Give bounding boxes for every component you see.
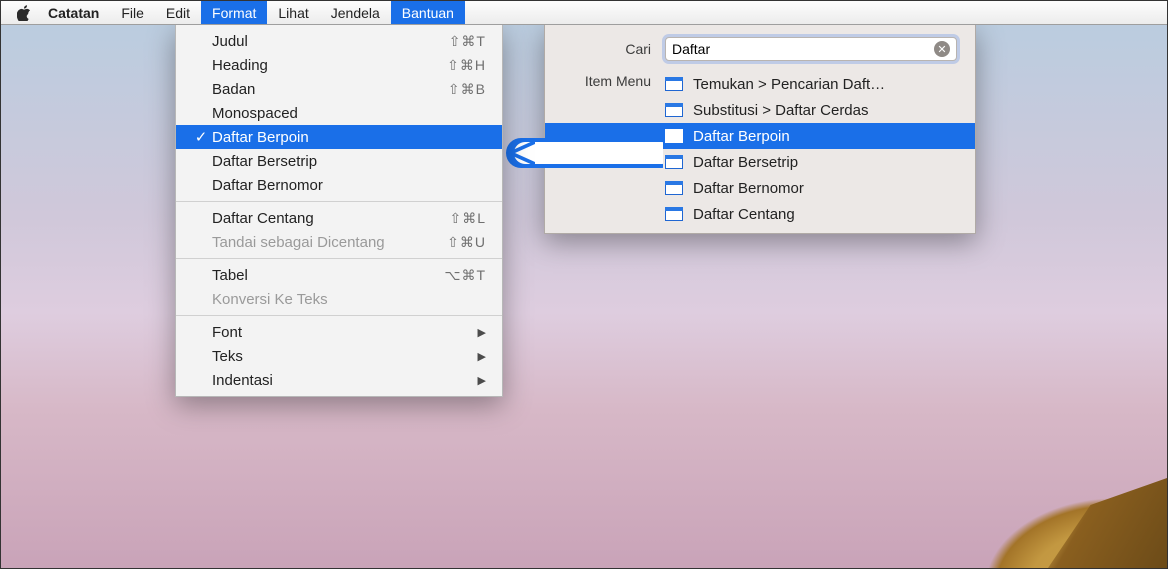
menu-item-teks[interactable]: Teks▶ (176, 344, 502, 368)
help-result-label: Temukan > Pencarian Daft… (693, 76, 885, 93)
menu-item-tabel[interactable]: Tabel⌥⌘T (176, 263, 502, 287)
help-result-label: Daftar Berpoin (693, 128, 790, 145)
menu-item-label: Indentasi (210, 372, 478, 389)
menu-item-judul[interactable]: Judul⇧⌘T (176, 29, 502, 53)
help-menu-items-label: Item Menu (545, 69, 665, 89)
menu-item-font[interactable]: Font▶ (176, 320, 502, 344)
clear-search-icon[interactable]: ✕ (934, 41, 950, 57)
help-search-panel: Cari ✕ Item Menu Temukan > Pencarian Daf… (544, 25, 976, 234)
menu-item-shortcut: ⇧⌘L (449, 210, 486, 227)
menu-item-shortcut: ⇧⌘U (447, 234, 486, 251)
help-search-label: Cari (545, 41, 665, 57)
help-result-label: Substitusi > Daftar Cerdas (693, 102, 869, 119)
menu-item-label: Teks (210, 348, 478, 365)
menu-item-monospaced[interactable]: Monospaced (176, 101, 502, 125)
menu-result-icon (665, 207, 683, 221)
menu-result-icon (665, 155, 683, 169)
menu-item-label: Badan (210, 81, 448, 98)
menu-file[interactable]: File (110, 1, 155, 24)
menu-item-shortcut: ⌥⌘T (444, 267, 486, 284)
menu-item-label: Daftar Bersetrip (210, 153, 486, 170)
menu-item-shortcut: ⇧⌘T (449, 33, 486, 50)
menu-app-name[interactable]: Catatan (37, 1, 110, 24)
menu-item-tandai-sebagai-dicentang: Tandai sebagai Dicentang⇧⌘U (176, 230, 502, 254)
menu-edit[interactable]: Edit (155, 1, 201, 24)
apple-menu[interactable] (11, 1, 37, 24)
help-result-item[interactable]: Daftar Centang (545, 201, 975, 227)
menu-item-label: Tabel (210, 267, 444, 284)
menu-item-indentasi[interactable]: Indentasi▶ (176, 368, 502, 392)
menu-item-label: Font (210, 324, 478, 341)
menu-item-shortcut: ⇧⌘H (447, 57, 486, 74)
help-pointer-arrow (491, 134, 663, 172)
menu-lihat[interactable]: Lihat (267, 1, 319, 24)
menu-item-daftar-bernomor[interactable]: Daftar Bernomor (176, 173, 502, 197)
menu-item-heading[interactable]: Heading⇧⌘H (176, 53, 502, 77)
help-result-label: Daftar Centang (693, 206, 795, 223)
menu-item-label: Daftar Berpoin (210, 129, 486, 146)
menu-item-label: Judul (210, 33, 449, 50)
menu-item-daftar-centang[interactable]: Daftar Centang⇧⌘L (176, 206, 502, 230)
menu-item-konversi-ke-teks: Konversi Ke Teks (176, 287, 502, 311)
menu-result-icon (665, 77, 683, 91)
menu-item-label: Daftar Centang (210, 210, 449, 227)
format-menu-dropdown: Judul⇧⌘THeading⇧⌘HBadan⇧⌘BMonospaced✓Daf… (175, 25, 503, 397)
menu-result-icon (665, 181, 683, 195)
menu-item-badan[interactable]: Badan⇧⌘B (176, 77, 502, 101)
menubar: Catatan FileEditFormatLihatJendelaBantua… (1, 1, 1167, 25)
menu-item-label: Monospaced (210, 105, 486, 122)
menu-jendela[interactable]: Jendela (320, 1, 391, 24)
help-result-item[interactable]: Substitusi > Daftar Cerdas (545, 97, 975, 123)
checkmark-icon: ✓ (192, 128, 210, 146)
menu-format[interactable]: Format (201, 1, 267, 24)
menu-item-daftar-berpoin[interactable]: ✓Daftar Berpoin (176, 125, 502, 149)
menu-item-label: Daftar Bernomor (210, 177, 486, 194)
help-result-label: Daftar Bersetrip (693, 154, 798, 171)
help-search-field[interactable]: ✕ (665, 37, 957, 61)
menu-result-icon (665, 129, 683, 143)
submenu-arrow-icon: ▶ (478, 350, 486, 363)
menu-bantuan[interactable]: Bantuan (391, 1, 465, 24)
submenu-arrow-icon: ▶ (478, 374, 486, 387)
menu-item-shortcut: ⇧⌘B (448, 81, 486, 98)
menu-item-label: Heading (210, 57, 447, 74)
menu-item-daftar-bersetrip[interactable]: Daftar Bersetrip (176, 149, 502, 173)
help-result-label: Daftar Bernomor (693, 180, 804, 197)
menu-item-label: Tandai sebagai Dicentang (210, 234, 447, 251)
menu-separator (176, 315, 502, 316)
help-result-item[interactable]: Daftar Bernomor (545, 175, 975, 201)
help-search-input[interactable] (672, 41, 934, 57)
apple-icon (17, 5, 31, 21)
menu-result-icon (665, 103, 683, 117)
submenu-arrow-icon: ▶ (478, 326, 486, 339)
menu-separator (176, 258, 502, 259)
menu-separator (176, 201, 502, 202)
menu-item-label: Konversi Ke Teks (210, 291, 486, 308)
